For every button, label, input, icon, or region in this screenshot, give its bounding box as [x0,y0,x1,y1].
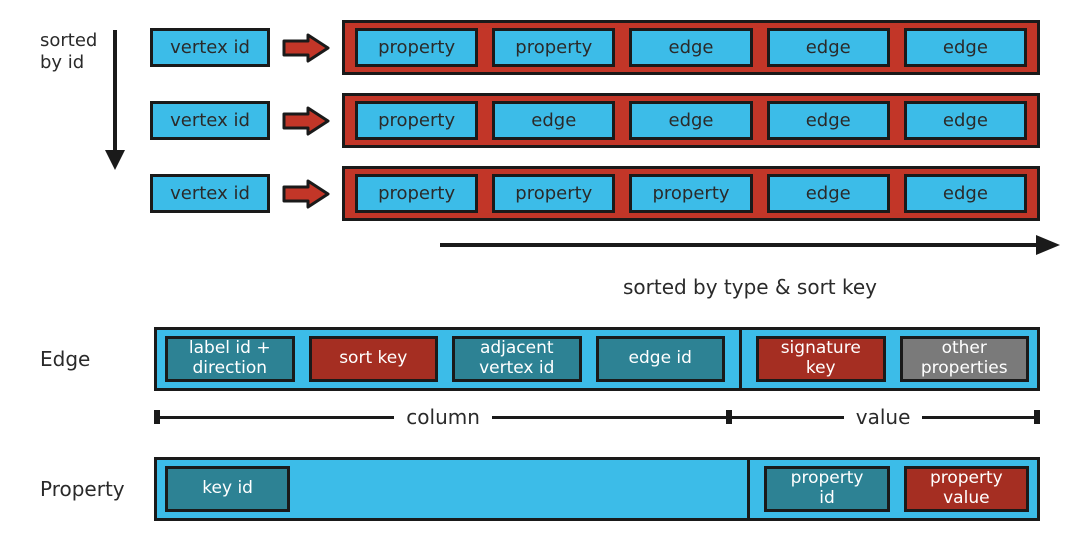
fat-arrow-icon [282,106,330,136]
detail-cell: adjacentvertex id [452,336,582,382]
line-segment [160,416,394,419]
column-value-separator [747,460,750,518]
line-segment [492,416,726,419]
bigtable-row: vertex id property property edge edge edge [150,20,1040,75]
property-cell: property [355,174,478,213]
column-value-separator [739,330,742,388]
edge-cell: edge [767,101,890,140]
property-cell: property [355,101,478,140]
vertex-id-box: vertex id [150,101,270,140]
line-segment [732,416,844,419]
top-section: sorted by id vertex id property property ed… [40,20,1040,221]
edge-cell: edge [629,28,752,67]
vertex-id-box: vertex id [150,28,270,67]
sorted-label-line1: sorted [40,30,97,51]
tick-icon [1034,410,1040,424]
spacer [304,466,733,512]
detail-cell: sort key [309,336,439,382]
edge-cell: edge [904,28,1027,67]
edge-label: Edge [40,347,130,371]
edge-cell: edge [904,174,1027,213]
bigtable-row: vertex id property edge edge edge edge [150,93,1040,148]
fat-arrow-icon [282,33,330,63]
column-value-legend: column value [154,405,1040,429]
property-cell: property [355,28,478,67]
edge-cell: edge [492,101,615,140]
property-cell: property [629,174,752,213]
edge-cell: edge [767,174,890,213]
detail-cell: label id +direction [165,336,295,382]
edge-cell: edge [767,28,890,67]
row-cells-container: property property property edge edge [342,166,1040,221]
property-bar: key id propertyid propertyvalue [154,457,1040,521]
edge-detail-row: Edge label id +direction sort key adjacent… [40,327,1040,391]
detail-cell: edge id [596,336,726,382]
property-label: Property [40,477,130,501]
vertex-id-box: vertex id [150,174,270,213]
detail-cell: signaturekey [756,336,886,382]
sorted-by-id-label-col: sorted by id [40,20,100,73]
sorted-label-line2: by id [40,52,84,73]
detail-cell: propertyvalue [904,466,1029,512]
edge-bar: label id +direction sort key adjacentverte… [154,327,1040,391]
property-detail-row: Property key id propertyid propertyvalue [40,457,1040,521]
detail-cell: propertyid [764,466,889,512]
horizontal-sort-label: sorted by type & sort key [440,275,1060,299]
detail-cell: otherproperties [900,336,1030,382]
value-label: value [844,405,923,429]
detail-cell: key id [165,466,290,512]
row-cells-container: property edge edge edge edge [342,93,1040,148]
bigtable-row: vertex id property property property edgeedg… [150,166,1040,221]
edge-cell: edge [629,101,752,140]
line-segment [922,416,1034,419]
edge-cell: edge [904,101,1027,140]
sorted-by-id-label: sorted by id [40,30,100,73]
fat-arrow-icon [282,179,330,209]
property-cell: property [492,28,615,67]
down-arrow-icon [100,30,130,170]
row-cells-container: property property edge edge edge [342,20,1040,75]
bigtable-rows: vertex idpropertypropertyedgeedgeedgever… [150,20,1040,221]
column-label: column [394,405,492,429]
right-arrow-icon [440,231,1060,259]
horizontal-sort-arrow-wrap [440,231,1040,263]
property-cell: property [492,174,615,213]
